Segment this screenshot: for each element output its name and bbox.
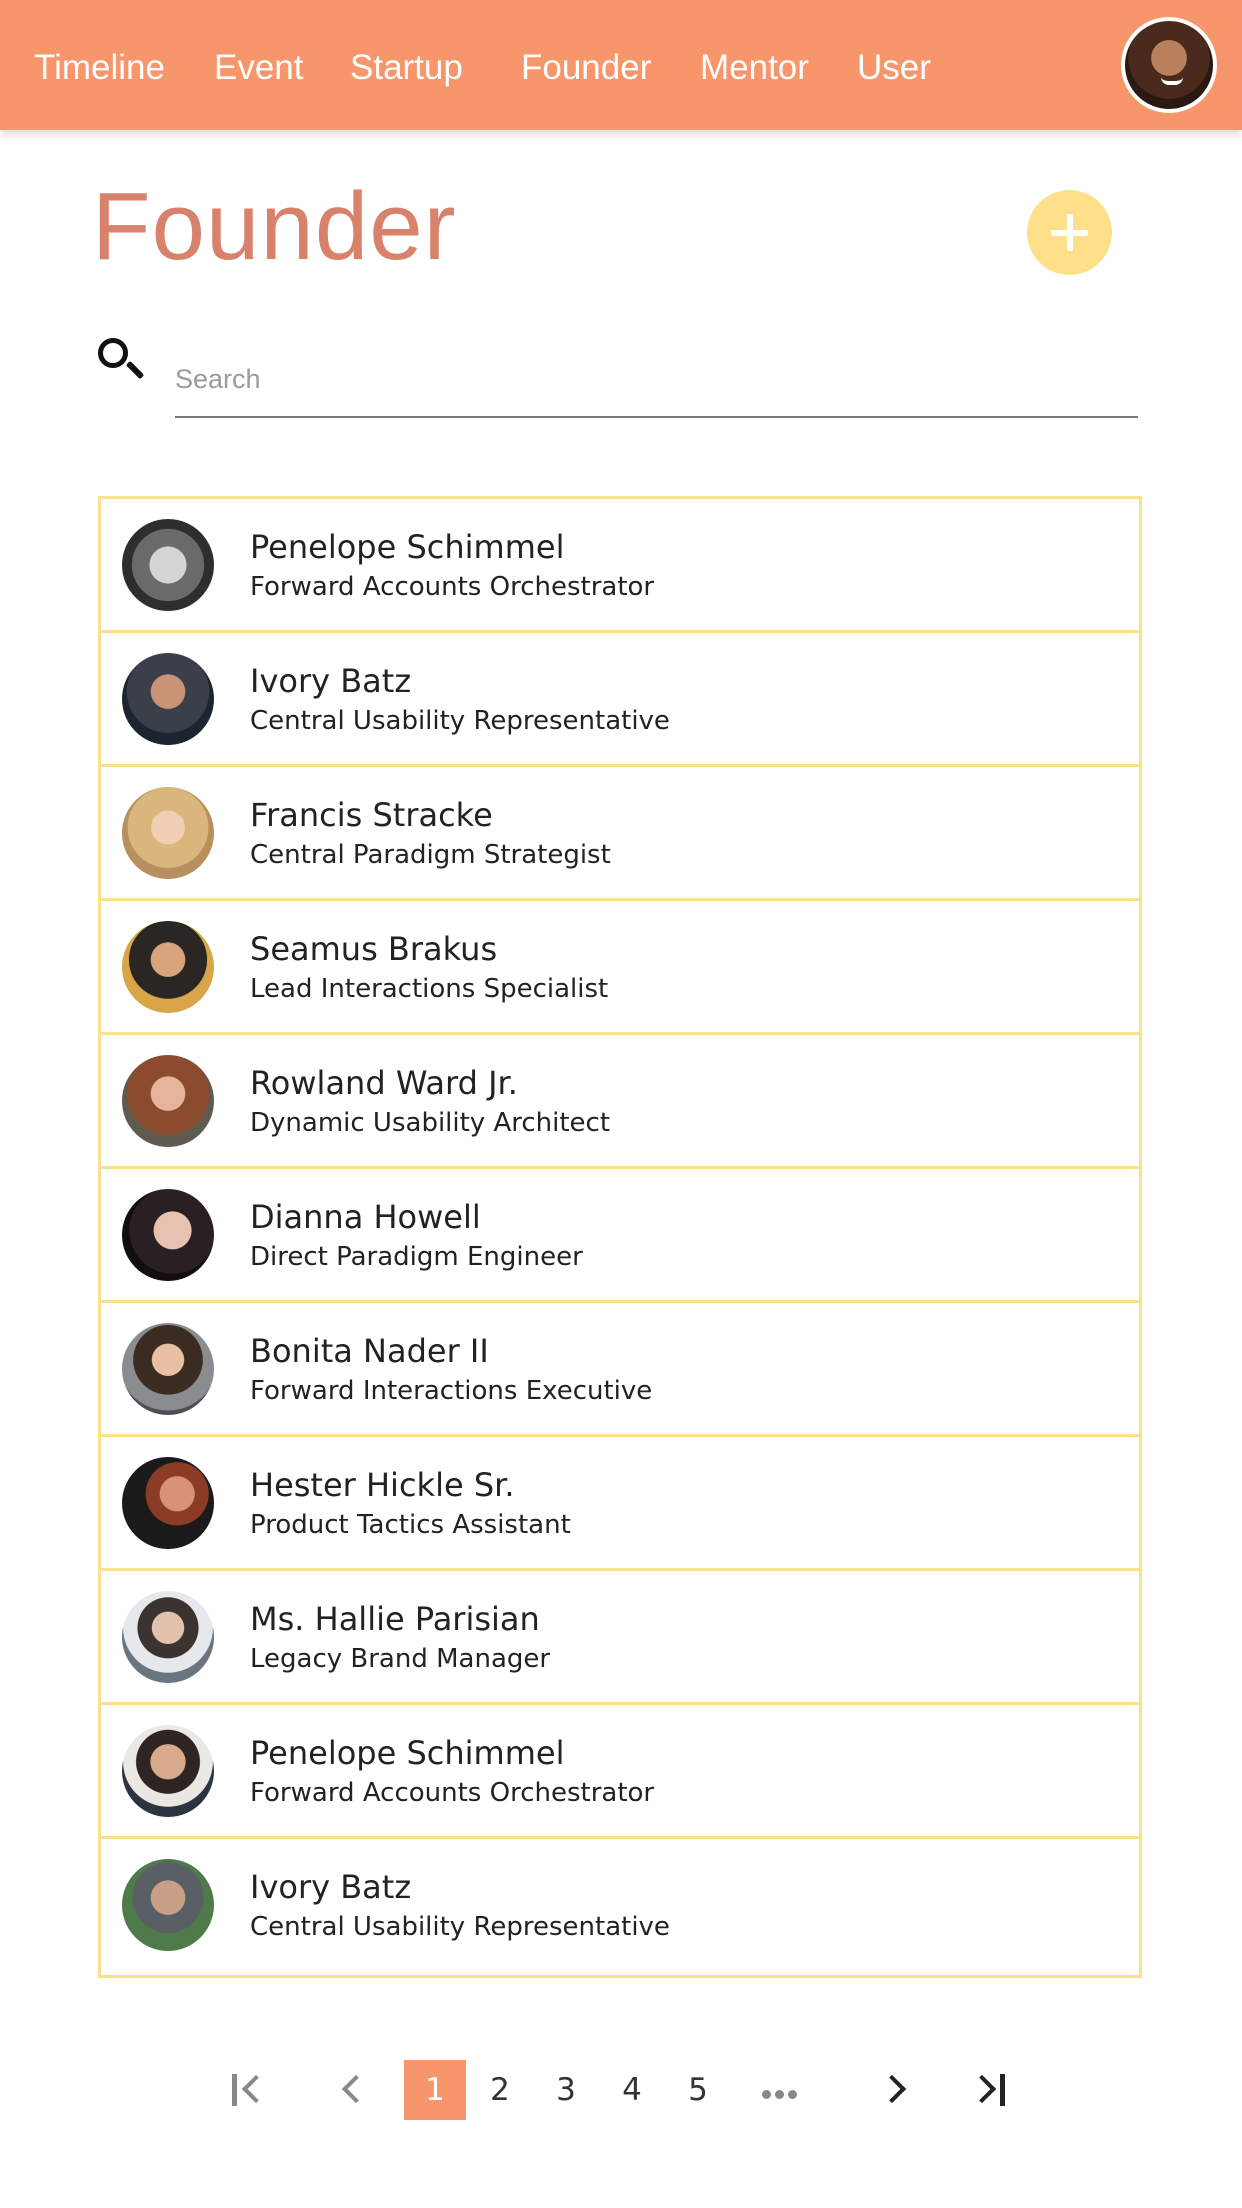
founder-role: Central Usability Representative <box>250 1912 670 1942</box>
founder-role: Forward Accounts Orchestrator <box>250 572 655 602</box>
founder-name: Bonita Nader II <box>250 1332 489 1370</box>
nav-item-mentor[interactable]: Mentor <box>700 46 809 90</box>
list-item[interactable]: Dianna Howell Direct Paradigm Engineer <box>101 1169 1139 1303</box>
founder-name: Francis Stracke <box>250 796 493 834</box>
founder-name: Ivory Batz <box>250 1868 412 1906</box>
nav-item-event[interactable]: Event <box>214 46 304 90</box>
founder-name: Dianna Howell <box>250 1198 481 1236</box>
founder-role: Product Tactics Assistant <box>250 1510 571 1540</box>
add-founder-button[interactable] <box>1027 190 1112 275</box>
pagination: 1 2 3 4 5 <box>0 2060 1242 2120</box>
founder-name: Penelope Schimmel <box>250 1734 565 1772</box>
list-item[interactable]: Ivory Batz Central Usability Representat… <box>101 633 1139 767</box>
page-number[interactable]: 3 <box>544 2060 588 2120</box>
nav-item-founder[interactable]: Founder <box>521 46 651 90</box>
founder-role: Forward Interactions Executive <box>250 1376 653 1406</box>
search-icon <box>96 336 145 384</box>
page-title: Founder <box>92 173 457 280</box>
last-page-icon[interactable] <box>967 2060 1018 2120</box>
founder-name: Ms. Hallie Parisian <box>250 1600 540 1638</box>
avatar <box>122 519 214 611</box>
nav-item-timeline[interactable]: Timeline <box>34 46 165 90</box>
list-item[interactable]: Penelope Schimmel Forward Accounts Orche… <box>101 1705 1139 1839</box>
user-avatar[interactable] <box>1121 17 1217 113</box>
avatar <box>122 1189 214 1281</box>
founder-role: Central Paradigm Strategist <box>250 840 611 870</box>
founder-role: Lead Interactions Specialist <box>250 974 609 1004</box>
page-number[interactable]: 5 <box>676 2060 720 2120</box>
search-input[interactable] <box>175 348 1138 418</box>
founder-role: Legacy Brand Manager <box>250 1644 551 1674</box>
list-item[interactable]: Ms. Hallie Parisian Legacy Brand Manager <box>101 1571 1139 1705</box>
founder-name: Ivory Batz <box>250 662 412 700</box>
founder-name: Seamus Brakus <box>250 930 498 968</box>
page-number-current[interactable]: 1 <box>404 2060 466 2120</box>
list-item[interactable]: Francis Stracke Central Paradigm Strateg… <box>101 767 1139 901</box>
avatar <box>122 1859 214 1951</box>
founder-role: Forward Accounts Orchestrator <box>250 1778 655 1808</box>
nav-item-startup[interactable]: Startup <box>350 46 463 90</box>
avatar <box>122 787 214 879</box>
more-pages-icon[interactable] <box>754 2060 804 2120</box>
next-page-icon[interactable] <box>872 2060 922 2120</box>
avatar <box>122 1323 214 1415</box>
founder-role: Central Usability Representative <box>250 706 670 736</box>
avatar <box>122 1725 214 1817</box>
founder-role: Direct Paradigm Engineer <box>250 1242 583 1272</box>
founder-role: Dynamic Usability Architect <box>250 1108 611 1138</box>
list-item[interactable]: Penelope Schimmel Forward Accounts Orche… <box>101 499 1139 633</box>
page-number[interactable]: 2 <box>478 2060 522 2120</box>
first-page-icon[interactable] <box>224 2060 274 2120</box>
page-number[interactable]: 4 <box>610 2060 654 2120</box>
founder-name: Hester Hickle Sr. <box>250 1466 515 1504</box>
list-item[interactable]: Seamus Brakus Lead Interactions Speciali… <box>101 901 1139 1035</box>
avatar <box>122 1055 214 1147</box>
list-item[interactable]: Bonita Nader II Forward Interactions Exe… <box>101 1303 1139 1437</box>
previous-page-icon[interactable] <box>328 2060 378 2120</box>
nav-item-user[interactable]: User <box>857 46 931 90</box>
avatar-face-detail <box>1161 77 1183 85</box>
founder-name: Penelope Schimmel <box>250 528 565 566</box>
founder-list: Penelope Schimmel Forward Accounts Orche… <box>98 496 1142 1978</box>
list-item[interactable]: Hester Hickle Sr. Product Tactics Assist… <box>101 1437 1139 1571</box>
list-item[interactable]: Rowland Ward Jr. Dynamic Usability Archi… <box>101 1035 1139 1169</box>
top-navigation-bar: Timeline Event Startup Founder Mentor Us… <box>0 0 1242 130</box>
founder-name: Rowland Ward Jr. <box>250 1064 518 1102</box>
avatar <box>122 1591 214 1683</box>
avatar <box>122 1457 214 1549</box>
avatar <box>122 653 214 745</box>
list-item[interactable]: Ivory Batz Central Usability Representat… <box>101 1839 1139 1973</box>
avatar <box>122 921 214 1013</box>
